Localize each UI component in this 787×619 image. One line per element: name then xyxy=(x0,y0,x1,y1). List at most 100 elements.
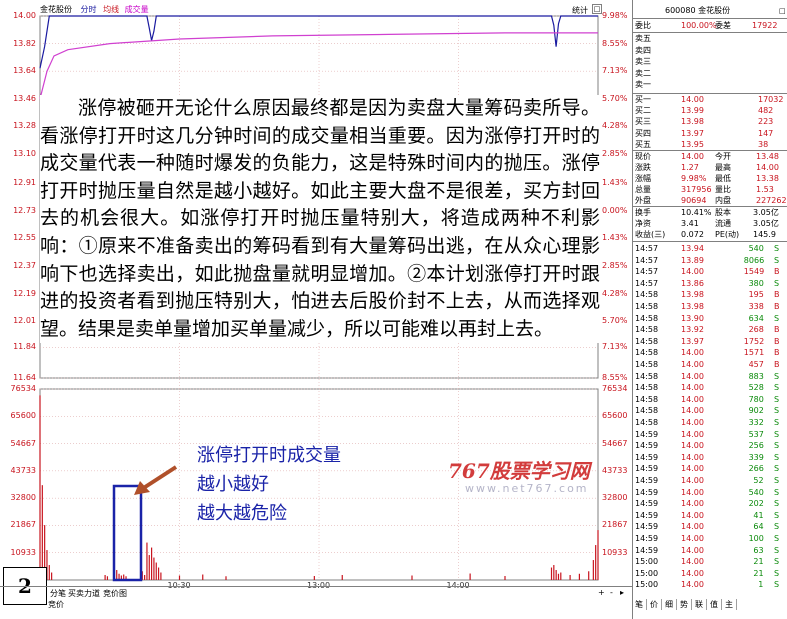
percent-tick-label: 0.00% xyxy=(602,205,628,215)
price-tick-label: 12.73 xyxy=(13,205,36,215)
trade-tick-row: 14:58 13.98 338 B xyxy=(635,302,780,311)
quote-stat2-row: 净资 3.41 流通 3.05亿 xyxy=(635,219,779,228)
tab-buy-sell-power[interactable]: 买卖力道 xyxy=(68,588,100,599)
sell-level-row: 卖二 xyxy=(635,68,651,78)
sell-level-row: 卖五 xyxy=(635,34,651,43)
trade-tick-row: 14:59 14.00 256 S xyxy=(635,441,780,451)
percent-tick-label: 5.70% xyxy=(602,93,628,103)
sell-level-row: 卖一 xyxy=(635,80,651,90)
volume-label[interactable]: 成交量 xyxy=(125,5,149,14)
trade-tick-row: 14:58 14.00 528 S xyxy=(635,383,780,393)
trade-tick-row: 14:59 14.00 339 S xyxy=(635,452,780,462)
sell-level-row: 卖三 xyxy=(635,57,651,67)
trade-tick-row: 14:58 13.98 195 B xyxy=(635,290,780,300)
percent-tick-label: 5.70% xyxy=(602,316,628,326)
buy-level-row: 买二 13.99 482 xyxy=(635,106,774,116)
panel-tab[interactable]: 价 xyxy=(647,599,662,610)
trade-tick-row: 14:57 13.89 8066 S xyxy=(635,255,780,265)
trade-tick-row: 14:58 14.00 902 S xyxy=(635,406,780,416)
volume-tick-label: 76534 xyxy=(602,384,628,393)
tab-auction[interactable]: 竞价图 xyxy=(103,588,127,599)
quote-stat-row: 外盘 90694 内盘 227262 xyxy=(635,196,787,205)
volume-highlight-box xyxy=(112,484,143,582)
panel-tab[interactable]: 主 xyxy=(722,599,737,610)
panel-bottom-tabs: 笔价细势联值主 xyxy=(632,599,787,611)
buy-level-row: 买三 13.98 223 xyxy=(635,117,774,127)
panel-tab[interactable]: 笔 xyxy=(632,599,647,610)
stock-chart-screen: 金花股份 分时 均线 成交量 统计 □ 14.00 13.82 13.64 13.46… xyxy=(0,0,787,619)
view-mode-label[interactable]: 分时 xyxy=(81,5,97,14)
trade-tick-row: 14:57 13.94 540 S xyxy=(635,244,780,253)
quote-stat-row: 涨幅 9.98% 最低 13.38 xyxy=(635,174,779,183)
buy-level-row: 买一 14.00 17032 xyxy=(635,95,784,104)
trade-tick-row: 14:58 14.00 457 B xyxy=(635,360,780,369)
scroll-plus-icon[interactable]: + xyxy=(598,588,605,597)
quote-stat-row: 总量 317956 量比 1.53 xyxy=(635,185,774,194)
auction-tab[interactable]: 竞价 xyxy=(48,599,64,610)
scroll-arrow-icon[interactable]: ▸ xyxy=(620,588,624,597)
avg-line-label[interactable]: 均线 xyxy=(103,5,119,14)
price-tick-label: 12.19 xyxy=(13,288,36,298)
quote-stat-row: 现价 14.00 今开 13.48 xyxy=(635,152,779,161)
wei-bi-row: 委比 100.00% 委差 17922 xyxy=(635,21,778,30)
trade-tick-row: 15:00 14.00 1 S xyxy=(635,580,780,590)
price-tick-label: 13.10 xyxy=(13,149,36,159)
volume-tick-label: 43733 xyxy=(602,465,628,475)
buy-level-row: 买四 13.97 147 xyxy=(635,128,774,138)
volume-tick-label: 10933 xyxy=(602,547,628,557)
trade-tick-row: 14:58 13.90 634 S xyxy=(635,313,780,323)
trade-tick-row: 14:59 14.00 266 S xyxy=(635,464,780,474)
quote-stat-row: 涨跌 1.27 最高 14.00 xyxy=(635,163,779,172)
percent-tick-label: 4.28% xyxy=(602,288,628,298)
panel-tab[interactable]: 势 xyxy=(677,599,692,610)
trade-tick-row: 15:00 14.00 21 S xyxy=(635,557,780,567)
percent-tick-label: 1.43% xyxy=(602,233,628,243)
volume-tick-label: 65600 xyxy=(602,411,628,421)
watermark-brand: 767股票学习网 xyxy=(448,459,590,483)
trade-tick-row: 14:57 13.86 380 S xyxy=(635,278,780,288)
window-toggle-icon[interactable]: □ xyxy=(592,4,602,14)
stats-button[interactable]: 统计 xyxy=(572,5,588,16)
annotation-box: 涨停被砸开无论什么原因最终都是因为卖盘大量筹码卖所导。看涨停打开时这几分钟时间的… xyxy=(40,95,600,344)
trade-tick-row: 14:59 14.00 41 S xyxy=(635,510,780,520)
panel-tab[interactable]: 细 xyxy=(662,599,677,610)
volume-tick-label: 21867 xyxy=(602,520,628,530)
trade-tick-row: 14:58 13.92 268 B xyxy=(635,325,780,335)
price-tick-label: 12.37 xyxy=(13,261,36,271)
price-tick-label: 13.64 xyxy=(13,66,36,76)
volume-tick-label: 10933 xyxy=(10,547,36,557)
panel-tab[interactable]: 联 xyxy=(692,599,707,610)
quote-stat2-row: 收益(三) 0.072 PE(动) 145.9 xyxy=(635,230,776,239)
panel-menu-icon[interactable]: □ xyxy=(779,6,786,16)
scroll-minus-icon[interactable]: - xyxy=(610,588,613,597)
volume-tick-label: 43733 xyxy=(10,465,36,475)
percent-tick-label: 8.55% xyxy=(602,373,628,382)
volume-tick-label: 76534 xyxy=(10,384,36,393)
quote-panel: 600080 金花股份 □ 委比 100.00% 委差 17922 卖五 卖四 卖三… xyxy=(632,0,787,619)
percent-tick-label: 2.85% xyxy=(602,261,628,271)
percent-tick-label: 4.28% xyxy=(602,121,628,131)
trade-tick-row: 14:59 14.00 202 S xyxy=(635,499,780,509)
percent-tick-label: 7.13% xyxy=(602,66,628,76)
volume-tick-label: 21867 xyxy=(10,520,36,530)
callout-line-3: 越大越危险 xyxy=(197,503,287,524)
trade-tick-row: 14:58 14.00 883 S xyxy=(635,371,780,381)
quote-title: 600080 金花股份 □ xyxy=(665,6,786,16)
tab-ticks[interactable]: 分笔 xyxy=(50,588,66,599)
price-tick-label: 13.28 xyxy=(13,121,36,131)
percent-tick-label: 2.85% xyxy=(602,149,628,159)
price-tick-label: 11.64 xyxy=(13,373,36,382)
volume-tick-label: 32800 xyxy=(10,493,36,503)
buy-level-row: 买五 13.95 38 xyxy=(635,139,769,149)
arrow-shaft xyxy=(140,465,178,491)
trade-tick-row: 14:59 14.00 64 S xyxy=(635,522,780,532)
callout-line-2: 越小越好 xyxy=(197,474,269,495)
watermark-url: www.net767.com xyxy=(465,482,589,495)
trade-tick-row: 14:59 14.00 540 S xyxy=(635,487,780,497)
volume-tick-label: 54667 xyxy=(602,438,628,448)
panel-tab[interactable]: 值 xyxy=(707,599,722,610)
trade-tick-row: 14:59 14.00 100 S xyxy=(635,534,780,543)
price-tick-label: 13.82 xyxy=(13,38,36,48)
price-tick-label: 12.91 xyxy=(13,178,36,188)
price-tick-label: 11.84 xyxy=(13,342,36,352)
